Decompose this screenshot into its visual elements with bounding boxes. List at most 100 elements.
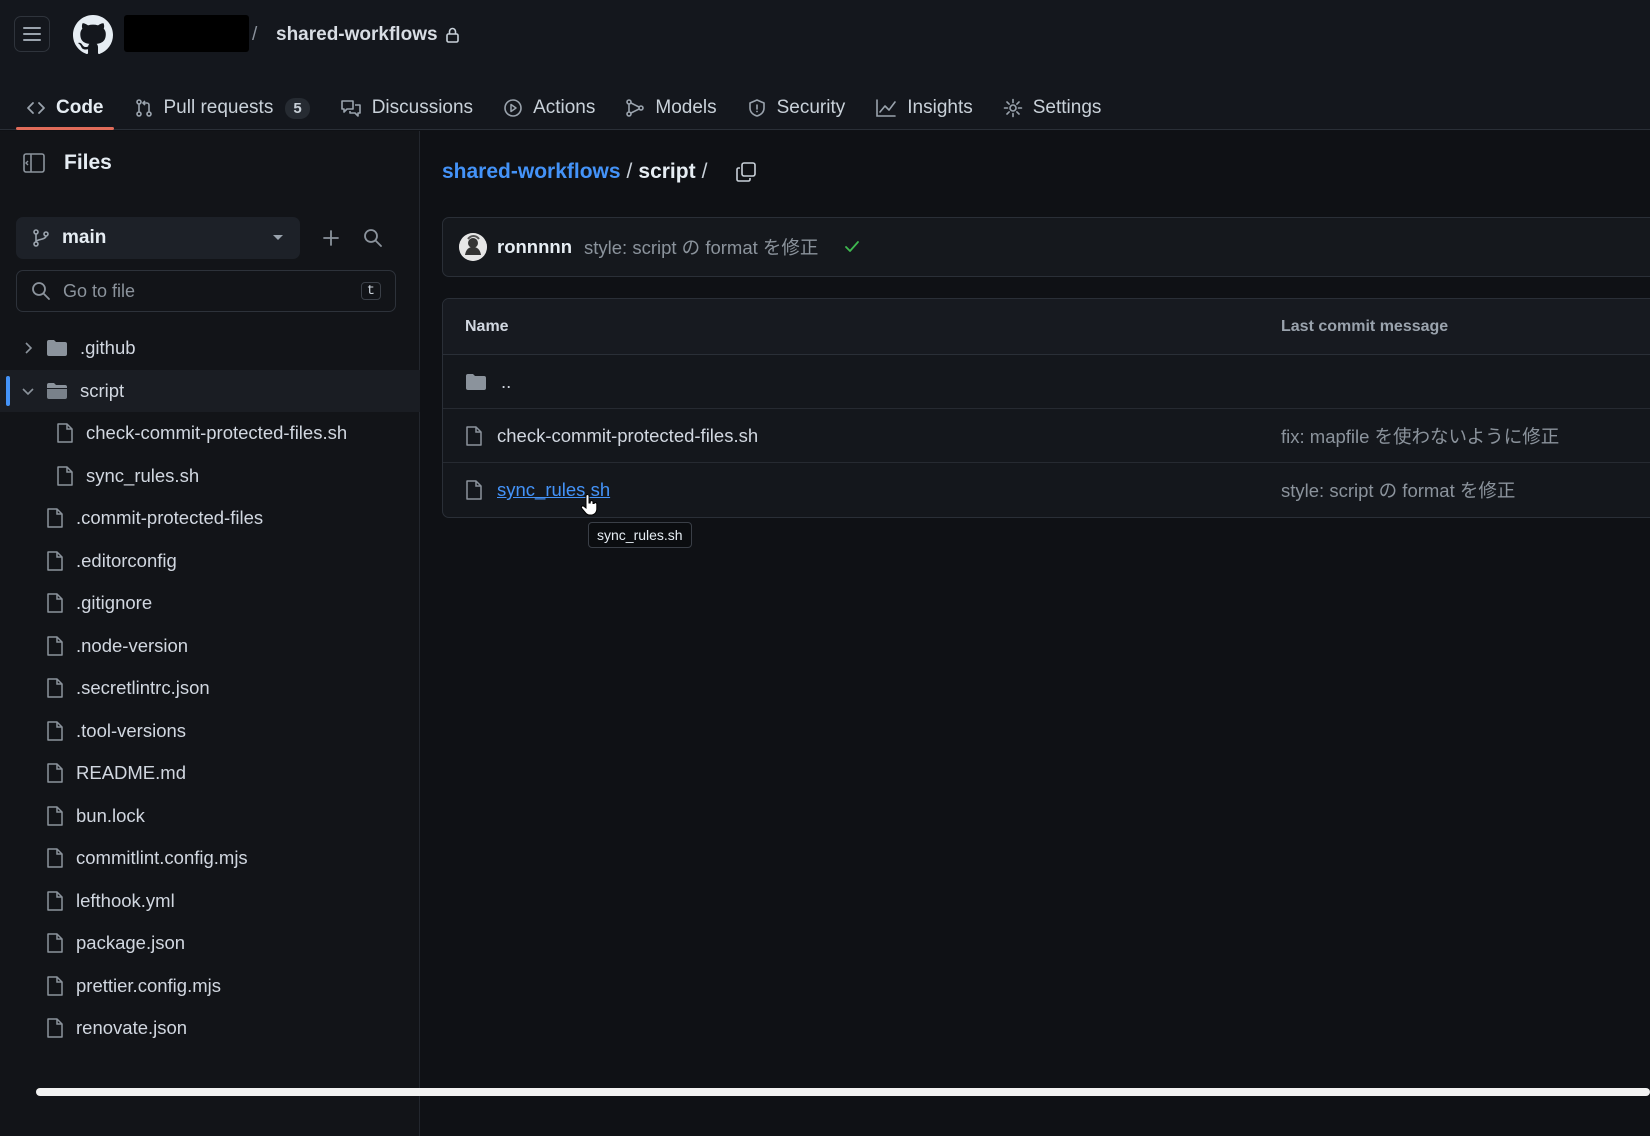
pull-requests-counter: 5: [285, 97, 310, 119]
tree-item-label: sync_rules.sh: [86, 464, 200, 486]
breadcrumb-separator: /: [626, 160, 633, 183]
tree-item-file[interactable]: .secretlintrc.json: [0, 667, 420, 710]
shield-icon: [747, 98, 767, 118]
tree-item-file[interactable]: .node-version: [0, 625, 420, 668]
tab-label: Insights: [907, 97, 973, 118]
copy-path-icon[interactable]: [735, 161, 757, 183]
keyboard-shortcut: t: [360, 282, 381, 300]
tree-item-file[interactable]: sync_rules.sh: [0, 455, 420, 498]
chevron-right-icon[interactable]: [20, 341, 36, 355]
tab-models[interactable]: Models: [615, 80, 726, 130]
column-name-header: Name: [465, 317, 509, 335]
latest-commit-bar: ronnnnn style: script の format を修正: [442, 217, 1650, 277]
branch-selector[interactable]: main: [16, 217, 300, 259]
tree-item-file[interactable]: README.md: [0, 752, 420, 795]
tree-item-label: renovate.json: [76, 1017, 188, 1039]
avatar[interactable]: [459, 233, 487, 261]
commit-message-cell[interactable]: fix: mapfile を使わないように修正: [1281, 423, 1650, 449]
tree-item-script[interactable]: script: [0, 369, 420, 412]
breadcrumb-repo-link[interactable]: shared-workflows: [442, 160, 621, 184]
add-file-button[interactable]: [310, 217, 352, 259]
go-to-file-input[interactable]: [63, 280, 349, 302]
commit-message[interactable]: style: script の format を修正: [584, 234, 818, 260]
tab-settings[interactable]: Settings: [993, 80, 1112, 130]
tree-item-file[interactable]: prettier.config.mjs: [0, 965, 420, 1008]
folder-icon: [46, 339, 68, 357]
path-separator: /: [252, 24, 258, 45]
tab-label: Settings: [1032, 97, 1102, 118]
commit-author[interactable]: ronnnnn: [497, 236, 572, 258]
search-icon: [31, 281, 51, 301]
tree-item-github[interactable]: .github: [0, 327, 420, 370]
tree-item-label: .commit-protected-files: [76, 507, 264, 529]
owner-redacted[interactable]: [124, 15, 249, 52]
tree-item-file[interactable]: .commit-protected-files: [0, 497, 420, 540]
tab-actions[interactable]: Actions: [493, 80, 605, 130]
tab-pull-requests[interactable]: Pull requests 5: [124, 80, 320, 130]
table-row[interactable]: ..: [443, 355, 1650, 409]
tree-item-file[interactable]: .editorconfig: [0, 540, 420, 583]
parent-directory-link[interactable]: ..: [501, 371, 511, 393]
search-icon: [363, 228, 383, 248]
tree-item-file[interactable]: bun.lock: [0, 795, 420, 838]
tree-item-file[interactable]: package.json: [0, 922, 420, 965]
file-icon: [46, 592, 64, 614]
file-icon: [465, 425, 483, 447]
horizontal-scrollbar[interactable]: [36, 1088, 1650, 1096]
plus-icon: [322, 229, 340, 247]
file-link[interactable]: check-commit-protected-files.sh: [497, 425, 758, 447]
table-row[interactable]: check-commit-protected-files.sh fix: map…: [443, 409, 1650, 463]
play-icon: [503, 98, 523, 118]
menu-button[interactable]: [14, 16, 50, 52]
file-icon: [465, 479, 483, 501]
file-icon: [46, 805, 64, 827]
tree-item-label: .node-version: [76, 634, 189, 656]
go-to-file[interactable]: t: [16, 270, 396, 312]
file-icon: [46, 1017, 64, 1039]
file-tree: .github script check-commit-protected-fi…: [0, 327, 420, 1050]
search-files-button[interactable]: [352, 217, 394, 259]
tree-item-file[interactable]: .tool-versions: [0, 710, 420, 753]
tree-item-file[interactable]: commitlint.config.mjs: [0, 837, 420, 880]
file-icon: [56, 422, 74, 444]
breadcrumb-separator: /: [701, 160, 708, 183]
tree-item-label: .secretlintrc.json: [76, 677, 210, 699]
repo-name-link[interactable]: shared-workflows: [276, 24, 459, 46]
tab-label: Security: [776, 97, 846, 118]
tooltip: sync_rules.sh: [588, 522, 692, 548]
tab-security[interactable]: Security: [737, 80, 856, 130]
file-icon: [46, 550, 64, 572]
tree-item-label: .editorconfig: [76, 549, 177, 571]
folder-open-icon: [46, 382, 68, 400]
tree-item-file[interactable]: check-commit-protected-files.sh: [0, 412, 420, 455]
file-icon: [46, 762, 64, 784]
tree-item-file[interactable]: renovate.json: [0, 1007, 420, 1050]
files-title: Files: [64, 151, 112, 174]
file-icon: [46, 507, 64, 529]
check-icon[interactable]: [844, 240, 860, 254]
breadcrumb-current-dir: script: [638, 160, 696, 183]
app-header: / shared-workflows Code Pull requests 5 …: [0, 0, 1650, 130]
tree-item-label: lefthook.yml: [76, 889, 175, 911]
tab-label: Actions: [533, 97, 596, 118]
chevron-down-icon[interactable]: [20, 386, 36, 396]
file-icon: [46, 720, 64, 742]
tab-code[interactable]: Code: [16, 80, 114, 130]
table-row[interactable]: sync_rules.sh style: script の format を修正: [443, 463, 1650, 517]
tab-discussions[interactable]: Discussions: [330, 80, 483, 130]
tab-label: Pull requests: [163, 97, 274, 118]
file-icon: [46, 847, 64, 869]
collapse-sidebar-icon[interactable]: [22, 151, 46, 175]
github-logo-icon[interactable]: [73, 15, 113, 55]
graph-icon: [875, 98, 897, 118]
files-header: Files: [22, 151, 112, 175]
code-icon: [26, 98, 46, 118]
commit-message-cell[interactable]: style: script の format を修正: [1281, 477, 1650, 503]
tab-insights[interactable]: Insights: [865, 80, 982, 130]
tree-item-label: .gitignore: [76, 592, 153, 614]
tree-item-label: bun.lock: [76, 804, 145, 826]
tree-item-file[interactable]: .gitignore: [0, 582, 420, 625]
file-icon: [46, 677, 64, 699]
file-table: Name Last commit message .. check-commit…: [442, 298, 1650, 518]
tree-item-file[interactable]: lefthook.yml: [0, 880, 420, 923]
